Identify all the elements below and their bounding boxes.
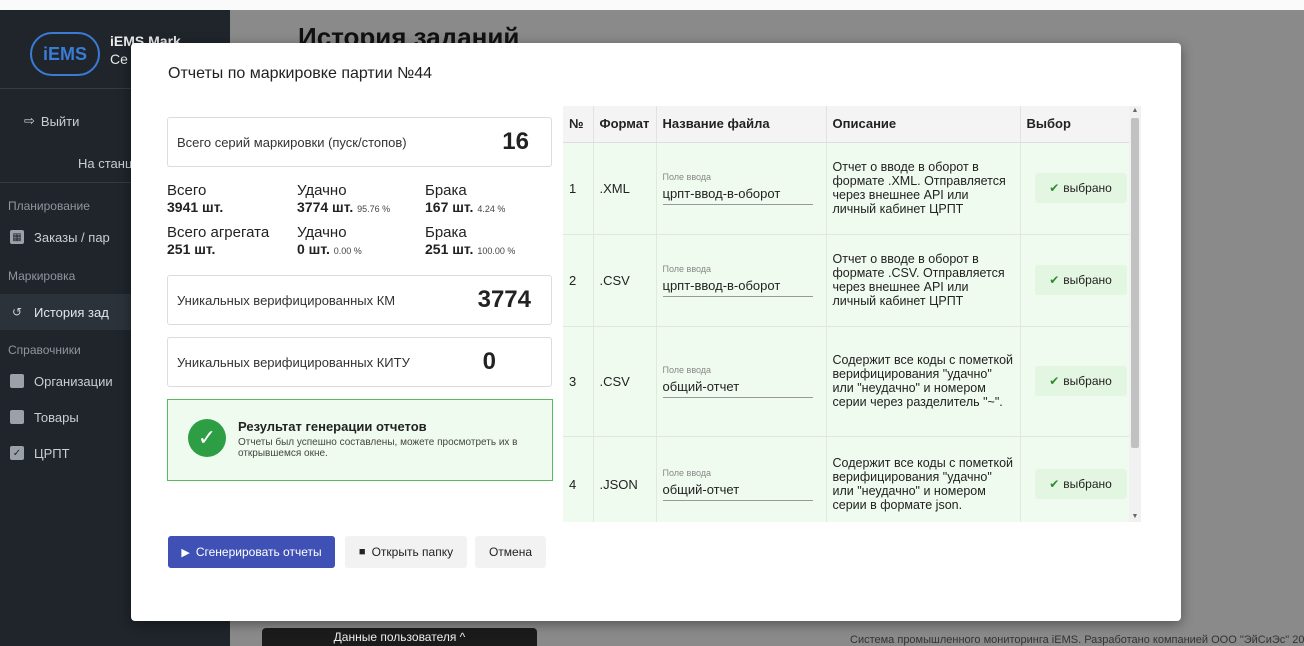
- row-number: 4: [563, 436, 594, 522]
- row-number: 3: [563, 326, 594, 437]
- aggregate-ok-percent: 0.00 %: [333, 246, 362, 256]
- modal-title: Отчеты по маркировке партии №44: [168, 65, 433, 82]
- result-alert: ✓ Результат генерации отчетов Отчеты был…: [167, 399, 553, 481]
- defect-percent: 4.24 %: [477, 204, 506, 214]
- check-icon: ✓: [10, 446, 24, 460]
- table-row: 2 .CSV Поле ввода црпт-ввод-в-оборот Отч…: [563, 234, 1130, 327]
- table-row: 3 .CSV Поле ввода общий-отчет Содержит в…: [563, 326, 1130, 437]
- series-label: Всего серий маркировки (пуск/стопов): [177, 134, 407, 150]
- col-filename: Название файла: [656, 106, 827, 143]
- result-text: Отчеты был успешно составлены, можете пр…: [238, 437, 518, 459]
- total-title: Всего: [167, 182, 207, 199]
- row-format: .JSON: [593, 436, 657, 522]
- reports-table-container: № Формат Название файла Описание Выбор 1…: [563, 106, 1141, 522]
- defect-value: 167 шт.: [425, 199, 474, 215]
- generate-reports-button[interactable]: ▶ Сгенерировать отчеты: [168, 536, 335, 568]
- col-format: Формат: [593, 106, 657, 143]
- row-number: 2: [563, 234, 594, 327]
- defect-title: Брака: [425, 182, 467, 199]
- filename-input[interactable]: црпт-ввод-в-оборот: [662, 278, 813, 297]
- check-icon: ✔: [1049, 374, 1060, 388]
- result-title: Результат генерации отчетов: [238, 419, 427, 434]
- success-check-icon: ✓: [188, 419, 226, 457]
- user-data-toggle[interactable]: Данные пользователя ^: [262, 628, 537, 646]
- col-description: Описание: [826, 106, 1021, 143]
- scroll-up-arrow-icon[interactable]: ▲: [1129, 106, 1141, 116]
- field-placeholder: Поле ввода: [662, 171, 712, 182]
- aggregate-ok-title: Удачно: [297, 224, 347, 241]
- ok-title: Удачно: [297, 182, 347, 199]
- logout-icon: ⇨: [24, 113, 35, 128]
- row-number: 1: [563, 142, 594, 235]
- row-description: Отчет о вводе в оборот в формате .XML. О…: [826, 142, 1021, 235]
- field-placeholder: Поле ввода: [662, 263, 712, 274]
- filename-input[interactable]: общий-отчет: [662, 482, 813, 501]
- select-cell: ✔ выбрано: [1020, 326, 1130, 437]
- select-toggle[interactable]: ✔ выбрано: [1034, 366, 1127, 396]
- aggregate-total-title: Всего агрегата: [167, 224, 270, 241]
- check-icon: ✔: [1049, 477, 1060, 491]
- scroll-down-arrow-icon[interactable]: ▼: [1129, 512, 1141, 522]
- row-format: .XML: [593, 142, 657, 235]
- check-icon: ✔: [1049, 181, 1060, 195]
- row-format: .CSV: [593, 326, 657, 437]
- reports-table: № Формат Название файла Описание Выбор 1…: [563, 106, 1130, 522]
- field-placeholder: Поле ввода: [662, 467, 712, 478]
- reports-modal: Отчеты по маркировке партии №44 Всего се…: [131, 43, 1181, 621]
- field-placeholder: Поле ввода: [662, 364, 712, 375]
- folder-icon: ■: [358, 546, 366, 558]
- filename-input[interactable]: общий-отчет: [662, 379, 813, 398]
- row-format: .CSV: [593, 234, 657, 327]
- row-description: Отчет о вводе в оборот в формате .CSV. О…: [826, 234, 1021, 327]
- filename-input[interactable]: црпт-ввод-в-оборот: [662, 186, 813, 205]
- unique-kitu-value: 0: [482, 348, 496, 375]
- total-value: 3941 шт.: [167, 199, 224, 215]
- filename-cell: Поле ввода общий-отчет: [656, 436, 827, 522]
- col-select: Выбор: [1020, 106, 1130, 143]
- table-row: 1 .XML Поле ввода црпт-ввод-в-оборот Отч…: [563, 142, 1130, 235]
- unique-km-label: Уникальных верифицированных КМ: [177, 292, 396, 308]
- aggregate-ok-value: 0 шт.: [297, 241, 330, 257]
- scroll-thumb[interactable]: [1131, 118, 1139, 448]
- grid-icon: ▦: [10, 230, 24, 244]
- logo: iEMS: [30, 32, 100, 76]
- table-scrollbar[interactable]: ▲ ▼: [1129, 106, 1141, 522]
- aggregate-total-value: 251 шт.: [167, 241, 216, 257]
- select-cell: ✔ выбрано: [1020, 436, 1130, 522]
- ok-percent: 95.76 %: [357, 204, 391, 214]
- unique-km-value: 3774: [477, 286, 531, 313]
- filename-cell: Поле ввода црпт-ввод-в-оборот: [656, 142, 827, 235]
- aggregate-defect-title: Брака: [425, 224, 467, 241]
- select-cell: ✔ выбрано: [1020, 142, 1130, 235]
- col-number: №: [563, 106, 594, 143]
- open-folder-button[interactable]: ■ Открыть папку: [345, 536, 467, 568]
- check-icon: ✔: [1049, 273, 1060, 287]
- unique-km-card: Уникальных верифицированных КМ 3774: [167, 275, 552, 325]
- aggregate-defect-percent: 100.00 %: [477, 246, 516, 256]
- filename-cell: Поле ввода общий-отчет: [656, 326, 827, 437]
- row-description: Содержит все коды с пометкой верифициров…: [826, 436, 1021, 522]
- book-icon: [10, 374, 24, 388]
- unique-kitu-card: Уникальных верифицированных КИТУ 0: [167, 337, 552, 387]
- row-description: Содержит все коды с пометкой верифициров…: [826, 326, 1021, 437]
- cancel-button[interactable]: Отмена: [475, 536, 546, 568]
- file-export-icon: ▶: [181, 546, 190, 559]
- select-toggle[interactable]: ✔ выбрано: [1034, 173, 1127, 203]
- table-row: 4 .JSON Поле ввода общий-отчет Содержит …: [563, 436, 1130, 522]
- select-toggle[interactable]: ✔ выбрано: [1034, 265, 1127, 295]
- footer-text: Система промышленного мониторинга iEMS. …: [850, 634, 1304, 646]
- select-cell: ✔ выбрано: [1020, 234, 1130, 327]
- series-card: Всего серий маркировки (пуск/стопов) 16: [167, 117, 552, 167]
- aggregate-defect-value: 251 шт.: [425, 241, 474, 257]
- unique-kitu-label: Уникальных верифицированных КИТУ: [177, 354, 410, 370]
- series-value: 16: [502, 128, 529, 155]
- history-icon: ↺: [11, 305, 23, 319]
- table-header-row: № Формат Название файла Описание Выбор: [563, 106, 1130, 143]
- book-icon: [10, 410, 24, 424]
- select-toggle[interactable]: ✔ выбрано: [1034, 469, 1127, 499]
- filename-cell: Поле ввода црпт-ввод-в-оборот: [656, 234, 827, 327]
- ok-value: 3774 шт.: [297, 199, 354, 215]
- top-strip: [0, 0, 1304, 10]
